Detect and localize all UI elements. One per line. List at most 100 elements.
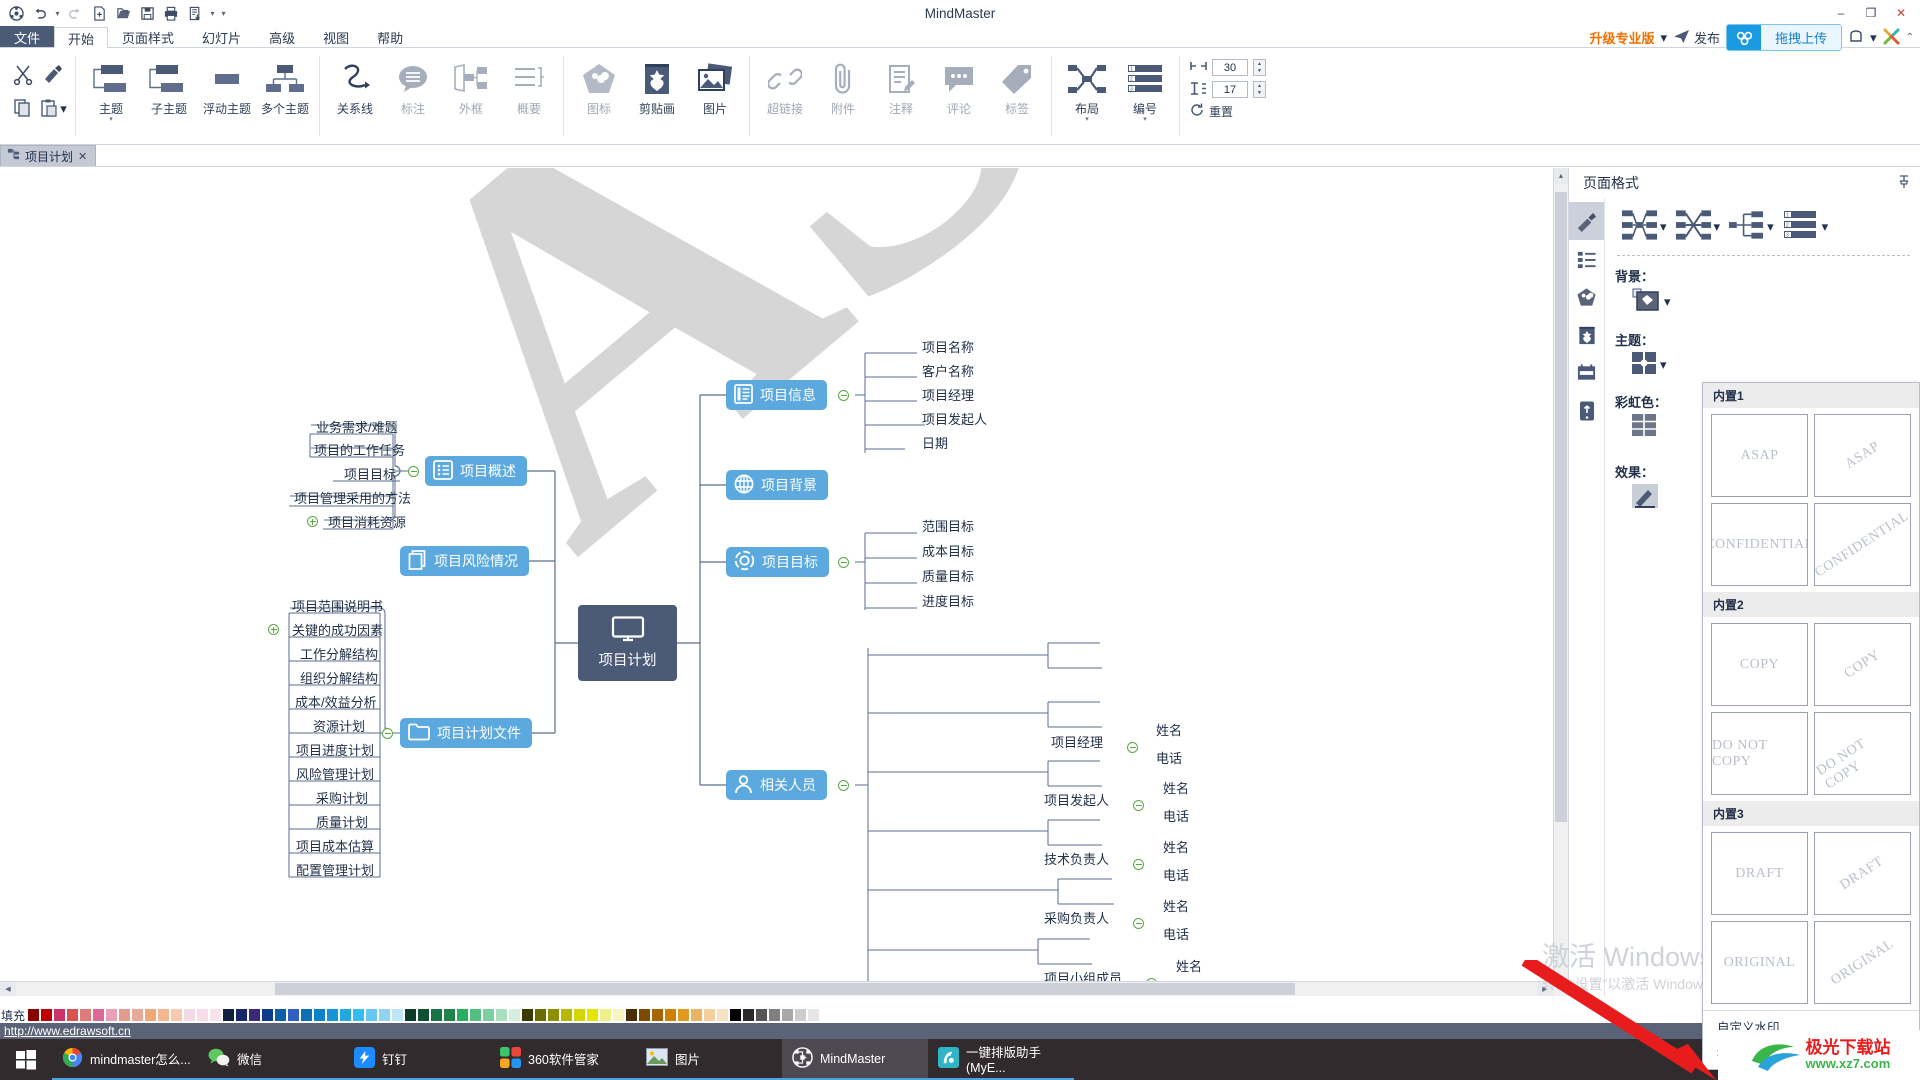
mindmap-branch-risk[interactable]: 项目风险情况 [400,546,529,576]
ribbon-button-subtopic[interactable]: 子主题 [140,52,198,117]
color-swatch[interactable] [807,1008,821,1022]
maximize-button[interactable]: ❐ [1856,1,1886,25]
ribbon-button-summary[interactable]: 概要 [500,52,558,117]
scroll-left-icon[interactable]: ◀ [0,982,16,996]
ribbon-button-relationship[interactable]: 关系线 [326,52,384,117]
vertical-spacing-stepper[interactable]: ▲ ▼ [1253,81,1266,98]
ribbon-button-comment[interactable]: 评论 [930,52,988,117]
mindmap-canvas-container[interactable]: ASAP [0,168,1568,996]
upgrade-pro-button[interactable]: 升级专业版 [1590,28,1655,47]
mindmap-leaf[interactable]: 项目范围说明书 [288,596,387,617]
minimize-button[interactable]: – [1826,1,1856,25]
panel-tab-style[interactable] [1569,202,1604,240]
color-swatch[interactable] [92,1008,106,1022]
ribbon-button-layout[interactable]: 布局 ▾ [1058,52,1116,123]
color-swatch[interactable] [313,1008,327,1022]
mindmap-branch-background[interactable]: 项目背景 [726,470,828,500]
ribbon-button-tag[interactable]: 标签 [988,52,1046,117]
color-swatch[interactable] [274,1008,288,1022]
share-dropdown-icon[interactable]: ▾ [1870,30,1877,46]
color-swatch[interactable] [365,1008,379,1022]
ribbon-button-boundary[interactable]: 外框 [442,52,500,117]
menu-tab-slideshow[interactable]: 幻灯片 [188,26,255,47]
mindmap-leaf[interactable]: 日期 [918,433,952,454]
fill-color-palette[interactable] [27,1008,834,1022]
canvas-vertical-scrollbar[interactable]: ▲ ▼ [1553,168,1568,996]
mindmap-leaf[interactable]: 项目名称 [918,337,978,358]
color-swatch[interactable] [196,1008,210,1022]
mindmap-leaf[interactable]: 成本目标 [918,541,978,562]
mindmap-leaf[interactable]: 姓名 [1172,956,1206,977]
color-swatch[interactable] [651,1008,665,1022]
new-icon[interactable] [88,2,110,24]
mindmap-root-node[interactable]: 项目计划 [578,605,677,681]
taskbar-item-dingtalk[interactable]: 钉钉 [344,1039,490,1080]
layout-radial-dropdown-icon[interactable]: ▾ [1714,219,1721,235]
taskbar-item-mindmaster[interactable]: MindMaster [782,1039,928,1080]
watermark-option[interactable]: COPY [1711,623,1808,706]
color-swatch[interactable] [391,1008,405,1022]
color-swatch[interactable] [300,1008,314,1022]
menu-tab-advanced[interactable]: 高级 [255,26,309,47]
watermark-option[interactable]: ORIGINAL [1711,921,1808,1004]
collapse-toggle-goals[interactable] [838,557,849,568]
color-swatch[interactable] [469,1008,483,1022]
mindmap-branch-overview[interactable]: 项目概述 [425,456,527,486]
mindmap-leaf[interactable]: 项目的工作任务 [310,440,409,461]
open-icon[interactable] [112,2,134,24]
color-swatch[interactable] [755,1008,769,1022]
mindmap-leaf[interactable]: 电话 [1159,865,1193,886]
color-swatch[interactable] [430,1008,444,1022]
layout-tree-dropdown-icon[interactable]: ▾ [1767,219,1774,235]
paste-button[interactable]: ▾ [39,98,67,121]
publish-button[interactable]: 发布 [1673,28,1720,47]
mindmap-leaf[interactable]: 采购负责人 [1040,908,1113,929]
taskbar-item-typeset-helper[interactable]: 一键排版助手(MyE... [928,1039,1074,1080]
color-swatch[interactable] [716,1008,730,1022]
ribbon-button-topic[interactable]: 主题 ▾ [82,52,140,123]
watermark-option[interactable]: DO NOT COPY [1814,712,1911,795]
mindmap-branch-info[interactable]: 项目信息 [726,380,827,410]
mindmap-leaf[interactable]: 业务需求/难题 [312,417,402,438]
color-swatch[interactable] [404,1008,418,1022]
paste-dropdown-icon[interactable]: ▾ [60,101,67,117]
horizontal-spacing-input[interactable]: 30 [1212,59,1248,76]
upgrade-dropdown-icon[interactable]: ▾ [1661,30,1668,46]
mindmap-leaf[interactable]: 组织分解结构 [296,668,382,689]
color-swatch[interactable] [521,1008,535,1022]
menu-tab-help[interactable]: 帮助 [363,26,417,47]
mindmap-leaf[interactable]: 工作分解结构 [296,644,382,665]
color-swatch[interactable] [664,1008,678,1022]
color-swatch[interactable] [157,1008,171,1022]
color-swatch[interactable] [144,1008,158,1022]
print-icon[interactable] [160,2,182,24]
save-icon[interactable] [136,2,158,24]
status-bar-url[interactable]: http://www.edrawsoft.cn [0,1024,131,1038]
copy-icon[interactable] [13,98,33,121]
pin-icon[interactable] [1898,174,1910,192]
numbering-dropdown-icon[interactable]: ▾ [1822,219,1829,235]
watermark-option[interactable]: ASAP [1814,414,1911,497]
ribbon-button-attachment[interactable]: 附件 [814,52,872,117]
mindmap-leaf[interactable]: 配置管理计划 [292,860,378,881]
color-swatch[interactable] [326,1008,340,1022]
export-dropdown-icon[interactable]: ▾ [208,9,217,18]
horizontal-spacing-stepper[interactable]: ▲ ▼ [1253,59,1266,76]
watermark-option[interactable]: DRAFT [1814,832,1911,915]
mindmap-leaf[interactable]: 电话 [1159,924,1193,945]
watermark-option[interactable]: ORIGINAL [1814,921,1911,1004]
watermark-option[interactable]: CONFIDENTIAL [1711,503,1808,586]
mindmap-leaf[interactable]: 姓名 [1152,720,1186,741]
mindmap-leaf[interactable]: 采购计划 [312,788,372,809]
layout-radial-button[interactable]: ▾ [1675,208,1721,245]
mindmap-leaf[interactable]: 项目消耗资源 [324,512,410,533]
taskbar-item-photos[interactable]: 图片 [636,1039,782,1080]
reset-spacing-button[interactable]: 重置 [1190,103,1233,120]
panel-tab-clipart[interactable] [1569,278,1604,316]
undo-dropdown-icon[interactable]: ▾ [53,9,62,18]
color-swatch[interactable] [248,1008,262,1022]
color-swatch[interactable] [118,1008,132,1022]
color-swatch[interactable] [703,1008,717,1022]
theme-dropdown-icon[interactable]: ▾ [1660,357,1667,373]
mindmap-leaf[interactable]: 质量计划 [312,812,372,833]
